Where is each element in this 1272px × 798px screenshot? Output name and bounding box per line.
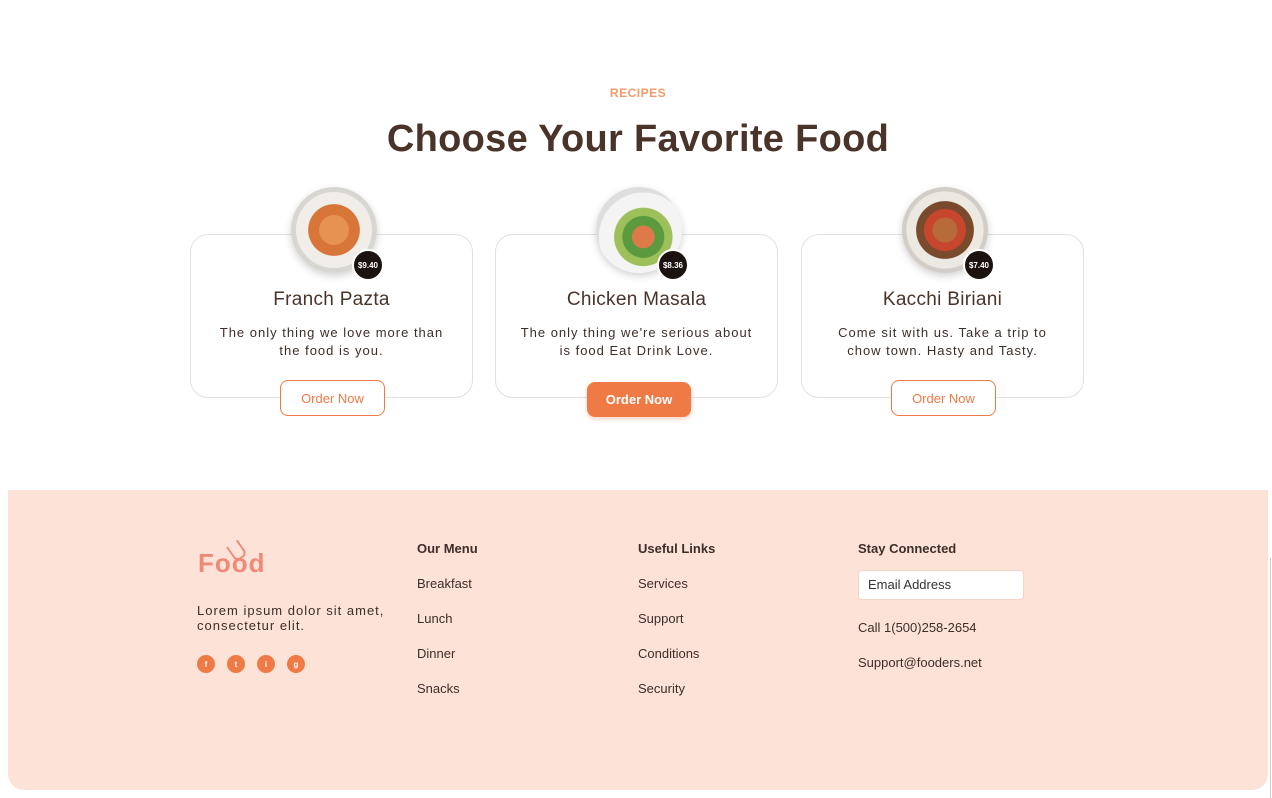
food-description: The only thing we're serious about is fo…	[520, 325, 753, 358]
food-card: $7.40 Kacchi Biriani Come sit with us. T…	[801, 187, 1084, 416]
useful-links-column: Useful Links Services Support Conditions…	[638, 541, 715, 716]
food-title: Kacchi Biriani	[882, 289, 1003, 310]
our-menu-heading: Our Menu	[417, 541, 478, 556]
link-services[interactable]: Services	[638, 576, 715, 611]
link-conditions[interactable]: Conditions	[638, 646, 715, 681]
food-logo[interactable]: Food	[198, 539, 278, 582]
email-input[interactable]	[858, 569, 1024, 600]
menu-link-snacks[interactable]: Snacks	[417, 681, 478, 716]
social-links: f t i g	[197, 655, 305, 673]
price-badge: $8.36	[657, 249, 689, 281]
price-badge: $9.40	[352, 249, 384, 281]
our-menu-column: Our Menu Breakfast Lunch Dinner Snacks	[417, 541, 478, 716]
section-title: Choose Your Favorite Food	[386, 118, 890, 160]
google-icon[interactable]: g	[287, 655, 305, 673]
footer-about-text: Lorem ipsum dolor sit amet, consectetur …	[197, 603, 385, 633]
menu-link-lunch[interactable]: Lunch	[417, 611, 478, 646]
food-card: $8.36 Chicken Masala The only thing we'r…	[495, 187, 778, 417]
stay-connected-heading: Stay Connected	[858, 541, 957, 556]
food-description: Come sit with us. Take a trip to chow to…	[838, 325, 1047, 358]
instagram-icon[interactable]: i	[257, 655, 275, 673]
order-now-button[interactable]: Order Now	[280, 380, 385, 416]
phone-contact: Call 1(500)258-2654	[858, 619, 977, 635]
food-card: $9.40 Franch Pazta The only thing we lov…	[190, 187, 473, 416]
order-now-button[interactable]: Order Now	[891, 380, 996, 416]
order-now-button[interactable]: Order Now	[587, 382, 691, 417]
site-footer: Food Lorem ipsum dolor sit amet, consect…	[8, 490, 1268, 790]
stay-connected-column: Stay Connected Call 1(500)258-2654 Suppo…	[858, 541, 1024, 690]
link-security[interactable]: Security	[638, 681, 715, 716]
scrollbar-track[interactable]	[1270, 558, 1271, 798]
recipes-eyebrow: RECIPES	[609, 86, 667, 100]
facebook-icon[interactable]: f	[197, 655, 215, 673]
menu-link-dinner[interactable]: Dinner	[417, 646, 478, 681]
food-title: Chicken Masala	[566, 289, 707, 310]
logo-text: Food	[198, 548, 266, 578]
price-badge: $7.40	[963, 249, 995, 281]
food-title: Franch Pazta	[273, 289, 390, 310]
food-description: The only thing we love more than the foo…	[219, 325, 444, 358]
menu-link-breakfast[interactable]: Breakfast	[417, 576, 478, 611]
twitter-icon[interactable]: t	[227, 655, 245, 673]
useful-links-heading: Useful Links	[638, 541, 716, 556]
support-email[interactable]: Support@fooders.net	[858, 655, 1024, 690]
link-support[interactable]: Support	[638, 611, 715, 646]
